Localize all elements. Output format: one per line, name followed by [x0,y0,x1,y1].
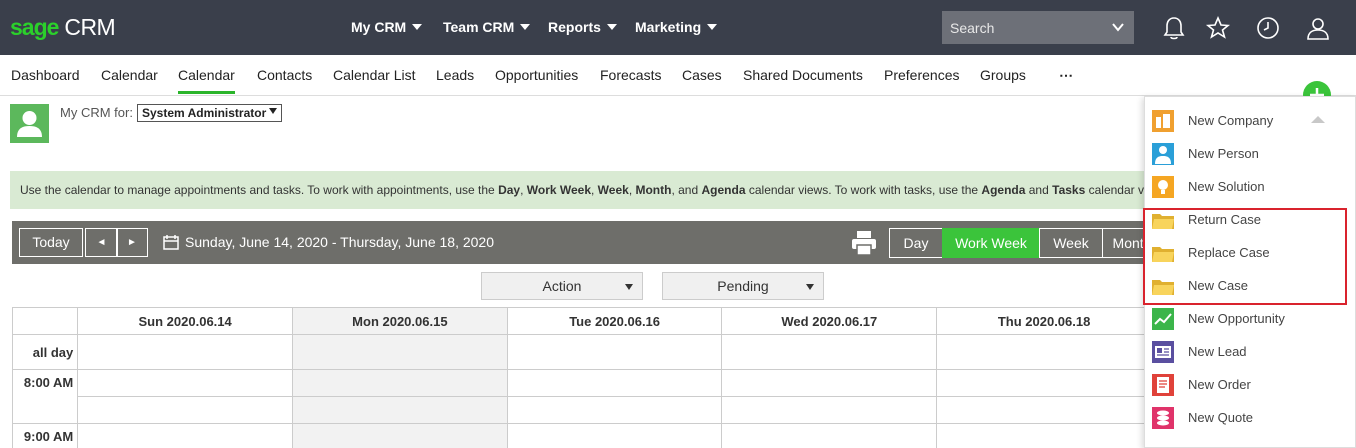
view-week-button[interactable]: Week [1039,228,1103,258]
tab-opportunities[interactable]: Opportunities [495,67,578,83]
chevron-down-icon[interactable] [1112,21,1124,33]
all-day-label: all day [12,334,79,370]
calendar-toolbar: Today ◄ ► Sunday, June 14, 2020 - Thursd… [12,221,1162,264]
day-column-header[interactable]: Tue 2020.06.16 [506,307,723,335]
time-slot-label: 9:00 AM [12,423,79,448]
top-navigation-bar: sage CRM My CRM Team CRM Reports Marketi… [0,0,1356,55]
coins-icon [1152,407,1174,429]
tab-preferences[interactable]: Preferences [884,67,959,83]
calendar-filters: Action Pending [12,264,1152,307]
avatar [10,104,49,143]
calendar-cell[interactable] [77,423,293,448]
status-filter-select[interactable]: Pending [662,272,824,300]
day-column-header[interactable]: Sun 2020.06.14 [77,307,293,335]
today-button[interactable]: Today [19,228,83,257]
calendar-cell[interactable] [292,334,508,370]
person-icon [17,111,42,137]
calendar-cell[interactable] [292,396,508,424]
calendar-cell[interactable] [721,396,938,424]
calendar-cell[interactable] [721,334,938,370]
calendar-icon [163,235,179,250]
chart-icon [1152,308,1174,330]
topnav-my-crm[interactable]: My CRM [351,19,423,35]
calendar-cell[interactable] [506,334,723,370]
tab-calendar[interactable]: Calendar [101,67,158,83]
menu-item-new-lead[interactable]: New Lead [1145,335,1356,368]
sage-crm-logo[interactable]: sage CRM [10,13,116,41]
tab-shared-documents[interactable]: Shared Documents [743,67,863,83]
time-slot-label: 8:00 AM [12,369,79,424]
day-column-header[interactable]: Wed 2020.06.17 [721,307,938,335]
day-column-header[interactable]: Mon 2020.06.15 [292,307,508,335]
day-column-header[interactable]: Thu 2020.06.18 [936,307,1152,335]
tab-dashboard[interactable]: Dashboard [11,67,80,83]
topnav-team-crm[interactable]: Team CRM [443,19,531,35]
time-column-header [12,307,79,335]
clock-icon[interactable] [1255,15,1281,41]
previous-button[interactable]: ◄ [85,228,118,257]
topnav-marketing[interactable]: Marketing [635,19,718,35]
calendar-cell[interactable] [936,423,1152,448]
caret-down-icon [269,108,277,114]
menu-item-new-solution[interactable]: New Solution [1145,170,1356,203]
user-select[interactable]: System Administrator [137,104,282,122]
calendar-cell[interactable] [506,396,723,424]
tab-forecasts[interactable]: Forecasts [600,67,661,83]
tab-bar: Dashboard Calendar Calendar Contacts Cal… [0,55,1356,96]
collapse-arrow-icon[interactable] [1311,116,1325,123]
calendar-cell[interactable] [936,369,1152,397]
action-filter-select[interactable]: Action [481,272,643,300]
tab-groups[interactable]: Groups [980,67,1026,83]
calendar-cell[interactable] [77,334,293,370]
view-day-button[interactable]: Day [889,228,943,258]
caret-down-icon [625,284,633,290]
caret-down-icon [412,24,423,30]
id-card-icon [1152,341,1174,363]
menu-item-new-person[interactable]: New Person [1145,137,1356,170]
calendar-cell[interactable] [77,396,293,424]
more-tabs-icon[interactable]: ⋯ [1059,67,1073,84]
calendar-cell[interactable] [936,396,1152,424]
menu-item-new-order[interactable]: New Order [1145,368,1356,401]
person-icon [1152,143,1174,165]
menu-item-new-opportunity[interactable]: New Opportunity [1145,302,1356,335]
menu-item-new-quote[interactable]: New Quote [1145,401,1356,434]
topnav-reports[interactable]: Reports [548,19,617,35]
my-crm-for-label: My CRM for: [60,105,133,120]
calendar-cell[interactable] [292,369,508,397]
calendar-cell[interactable] [506,423,723,448]
calendar-cell[interactable] [936,334,1152,370]
star-icon[interactable] [1205,15,1231,41]
calendar-cell[interactable] [506,369,723,397]
case-items-highlight-box [1143,208,1347,305]
next-button[interactable]: ► [116,228,148,257]
tab-contacts[interactable]: Contacts [257,67,312,83]
caret-down-icon [606,24,617,30]
tab-calendar-list[interactable]: Calendar List [333,67,416,83]
calendar-help-text: Use the calendar to manage appointments … [10,171,1150,209]
date-range-label: Sunday, June 14, 2020 - Thursday, June 1… [185,234,494,250]
tab-cases[interactable]: Cases [682,67,722,83]
search-input[interactable]: Search [942,11,1134,44]
tab-leads[interactable]: Leads [436,67,474,83]
calendar-cell[interactable] [721,423,938,448]
building-icon [1152,110,1174,132]
lightbulb-icon [1152,176,1174,198]
caret-down-icon [806,284,814,290]
order-document-icon [1152,374,1174,396]
print-icon[interactable] [850,230,878,256]
calendar-cell[interactable] [77,369,293,397]
caret-down-icon [707,24,718,30]
view-work-week-button[interactable]: Work Week [942,228,1040,258]
calendar-cell[interactable] [721,369,938,397]
user-profile-icon[interactable] [1305,15,1331,41]
bell-icon[interactable] [1161,15,1187,41]
tab-calendar-active[interactable]: Calendar [178,67,235,94]
calendar-cell[interactable] [292,423,508,448]
calendar-grid: Sun 2020.06.14 Mon 2020.06.15 Tue 2020.0… [12,307,1152,448]
caret-down-icon [520,24,531,30]
